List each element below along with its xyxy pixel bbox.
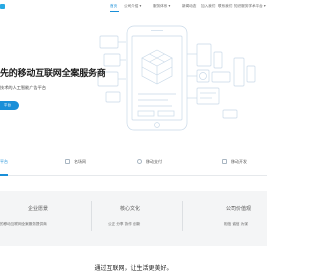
value-desc: 相信 诚信 为谋 <box>224 222 248 226</box>
top-navigation: 首页 公司介绍 ▾ 服务体系 ▾ 新闻动态 加入我们 联系我们 知识服务学术平台… <box>0 0 267 14</box>
nav-item-home[interactable]: 首页 <box>110 4 117 9</box>
payment-icon <box>137 159 142 164</box>
vision-desc: 的移动互联网全案服务提供商 <box>0 222 47 226</box>
values-divider <box>91 201 92 231</box>
tab-platform[interactable]: 平台 <box>0 159 8 165</box>
tabs-divider <box>0 175 267 176</box>
nav-item-news[interactable]: 新闻动态 <box>182 4 196 9</box>
nav-item-about[interactable]: 公司介绍 ▾ <box>124 4 141 9</box>
hero-subtitle: 技术的人工智能广告平台 <box>0 85 47 90</box>
tab-active-indicator <box>0 174 8 176</box>
phone-illustration <box>97 25 256 131</box>
nav-item-join[interactable]: 加入我们 <box>201 4 215 9</box>
nav-active-indicator <box>110 11 119 12</box>
tab-mobile-payment[interactable]: 移动支付 <box>146 159 162 165</box>
value-title: 公司价值观 <box>226 206 252 212</box>
tab-mingchang[interactable]: 名场网 <box>74 159 86 165</box>
culture-title: 核心文化 <box>120 206 141 212</box>
hero-banner: 先的移动互联网全案服务商 技术的人工智能广告平台 平台 <box>0 14 267 144</box>
hero-title: 先的移动互联网全案服务商 <box>0 69 106 79</box>
culture-desc: 公正 分享 协作 创新 <box>108 222 141 226</box>
company-values-band: 企业愿景 的移动互联网全案服务提供商 核心文化 公正 分享 协作 创新 公司价值… <box>0 191 267 246</box>
values-divider <box>182 201 183 231</box>
logo[interactable] <box>0 4 5 9</box>
vision-title: 企业愿景 <box>28 206 49 212</box>
develop-icon <box>222 159 227 164</box>
nav-item-contact[interactable]: 联系我们 <box>218 4 232 9</box>
tab-mobile-develop[interactable]: 移动开发 <box>231 159 247 165</box>
mobile-icon <box>65 159 70 164</box>
nav-item-academic[interactable]: 知识服务学术平台 ▾ <box>234 4 266 9</box>
feature-tabs: 平台 名场网 移动支付 移动开发 <box>0 146 267 186</box>
nav-item-services[interactable]: 服务体系 ▾ <box>153 4 170 9</box>
hero-cta-button[interactable]: 平台 <box>0 101 19 110</box>
